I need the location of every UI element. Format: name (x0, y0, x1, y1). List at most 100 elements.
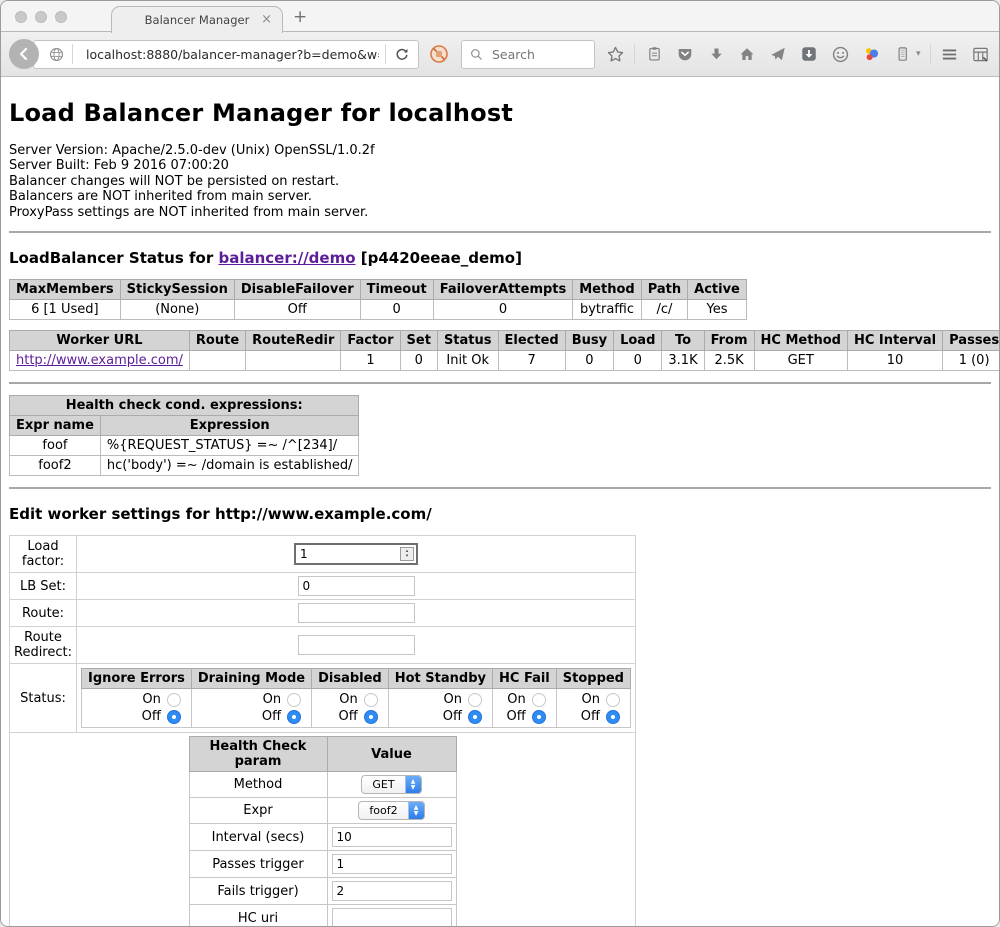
number-spinner-icon[interactable]: ▴▾ (400, 547, 414, 561)
balancer-demo-link[interactable]: balancer://demo (218, 249, 355, 267)
passes-input[interactable] (332, 854, 452, 874)
search-bar[interactable] (461, 40, 595, 69)
home-icon[interactable] (737, 44, 757, 64)
balancer-status-heading: LoadBalancer Status for balancer://demo … (9, 249, 991, 267)
method-select-value: GET (362, 776, 404, 793)
divider (9, 231, 991, 233)
hc-params-cell: Health Check param Value Method GET▲▼ Ex… (10, 733, 636, 926)
method-value-cell: GET▲▼ (327, 772, 456, 798)
urlbar-divider (385, 44, 386, 64)
close-window-button[interactable] (15, 11, 27, 23)
status-header-row: Ignore Errors Draining Mode Disabled Hot… (82, 669, 631, 689)
download-arrow-icon[interactable] (706, 44, 726, 64)
bookmark-star-icon[interactable] (605, 44, 625, 64)
route-label: Route: (10, 600, 77, 627)
tab-balancer-manager[interactable]: Balancer Manager × (111, 6, 283, 33)
interval-input[interactable] (332, 827, 452, 847)
worker-url-link[interactable]: http://www.example.com/ (16, 353, 183, 368)
column-header: Health Check param (189, 737, 327, 772)
hc-fail-on-radio[interactable] (532, 693, 546, 707)
hot-standby-on-radio[interactable] (468, 693, 482, 707)
expr-select[interactable]: foof2▲▼ (358, 801, 424, 820)
draining-mode-radios: On Off (191, 689, 311, 728)
downloads-panel-icon[interactable] (799, 44, 819, 64)
disabled-radios: On Off (312, 689, 389, 728)
zoom-window-button[interactable] (55, 11, 67, 23)
off-label: Off (142, 709, 161, 724)
server-built-line: Server Built: Feb 9 2016 07:00:20 (9, 158, 991, 173)
back-button[interactable] (9, 39, 39, 69)
status-table: Ignore Errors Draining Mode Disabled Hot… (81, 668, 631, 728)
load-factor-input[interactable] (296, 547, 400, 561)
column-header: Value (327, 737, 456, 772)
lb-set-input[interactable] (298, 576, 415, 596)
colored-dots-icon[interactable] (861, 44, 881, 64)
edit-worker-heading: Edit worker settings for http://www.exam… (9, 505, 991, 523)
panels-grid-icon[interactable] (971, 44, 991, 64)
route-redirect-input[interactable] (298, 635, 415, 655)
expr-value-cell: hc('body') =~ /domain is established/ (100, 456, 359, 476)
url-bar[interactable]: localhost:8880/balancer-manager?b=demo&w… (33, 40, 419, 69)
draining-mode-off-radio[interactable] (287, 710, 301, 724)
chevron-down-icon[interactable]: ▾ (916, 49, 921, 59)
search-input[interactable] (490, 46, 580, 63)
tab-close-icon[interactable]: × (261, 12, 272, 27)
fails-value-cell (327, 878, 456, 905)
expr-row: foof2 hc('body') =~ /domain is establish… (10, 456, 359, 476)
hot-standby-off-radio[interactable] (468, 710, 482, 724)
elected-cell: 7 (498, 351, 565, 371)
url-input[interactable]: localhost:8880/balancer-manager?b=demo&w… (86, 47, 379, 62)
pocket-icon[interactable] (675, 44, 695, 64)
minimize-window-button[interactable] (35, 11, 47, 23)
column-header: To (662, 331, 704, 351)
stopped-radios: On Off (556, 689, 630, 728)
divider (9, 382, 991, 384)
hc-uri-input[interactable] (332, 908, 452, 926)
route-input[interactable] (298, 603, 415, 623)
ignore-errors-off-radio[interactable] (167, 710, 181, 724)
route-cell (189, 351, 245, 371)
draining-mode-on-radio[interactable] (287, 693, 301, 707)
page-title: Load Balancer Manager for localhost (9, 99, 991, 127)
hc-fail-off-radio[interactable] (532, 710, 546, 724)
stopped-off-radio[interactable] (606, 710, 620, 724)
device-icon[interactable] (892, 44, 912, 64)
send-icon[interactable] (768, 44, 788, 64)
reload-icon[interactable] (392, 44, 412, 64)
column-header: DisableFailover (234, 280, 360, 300)
off-label: Off (507, 709, 526, 724)
adblock-icon[interactable] (429, 44, 449, 64)
method-label: Method (189, 772, 327, 798)
toolbar-divider (634, 44, 635, 64)
clipboard-icon[interactable] (644, 44, 664, 64)
feedback-smiley-icon[interactable] (830, 44, 850, 64)
lb-set-label: LB Set: (10, 573, 77, 600)
column-header: HC Fail (493, 669, 557, 689)
disabled-on-radio[interactable] (364, 693, 378, 707)
new-tab-button[interactable]: + (293, 7, 307, 27)
hc-param-row-fails: Fails trigger) (189, 878, 456, 905)
column-header: Method (573, 280, 641, 300)
heading-prefix: LoadBalancer Status for (9, 249, 218, 267)
ignore-errors-on-radio[interactable] (167, 693, 181, 707)
search-icon (469, 47, 484, 62)
fails-input[interactable] (332, 881, 452, 901)
hc-expressions-title: Health check cond. expressions: (10, 396, 359, 416)
method-select[interactable]: GET▲▼ (361, 775, 421, 794)
table-header-row: Worker URL Route RouteRedir Factor Set S… (10, 331, 1000, 351)
site-identity-globe-icon[interactable] (46, 44, 66, 64)
status-radio-row: On Off On Off On Off (82, 689, 631, 728)
disablefailover-cell: Off (234, 300, 360, 320)
column-header: Elected (498, 331, 565, 351)
disabled-off-radio[interactable] (364, 710, 378, 724)
menu-hamburger-icon[interactable] (940, 44, 960, 64)
set-cell: 0 (400, 351, 437, 371)
load-factor-label: Load factor: (10, 536, 77, 573)
maxmembers-cell: 6 [1 Used] (10, 300, 121, 320)
passes-cell: 1 (0) (943, 351, 999, 371)
column-header: MaxMembers (10, 280, 121, 300)
ignore-errors-radios: On Off (82, 689, 192, 728)
on-label: On (507, 692, 525, 707)
stopped-on-radio[interactable] (606, 693, 620, 707)
on-label: On (582, 692, 600, 707)
